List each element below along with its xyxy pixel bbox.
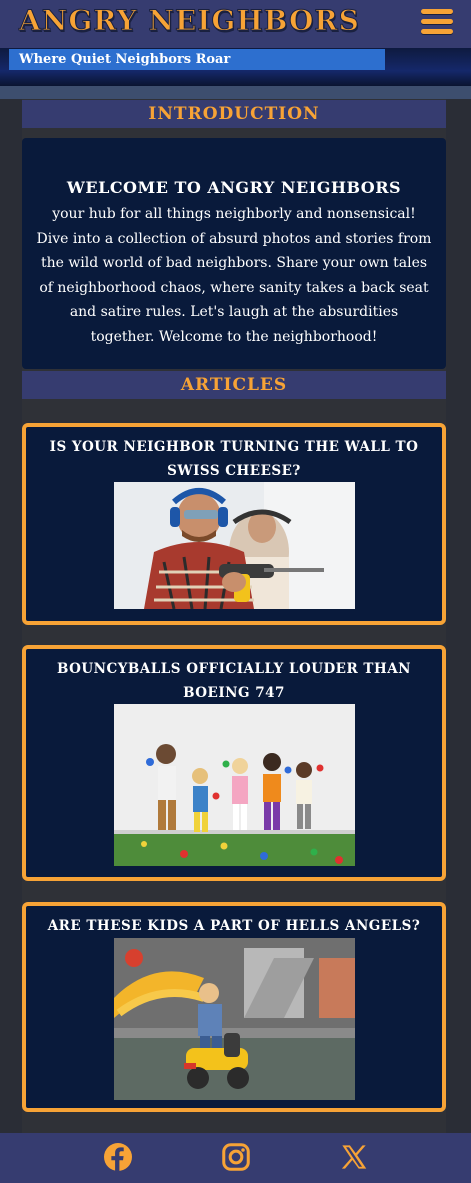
hamburger-menu-icon[interactable] (421, 8, 453, 36)
site-header: ANGRY NEIGHBORS (0, 0, 471, 48)
article-photo (114, 704, 355, 866)
site-title[interactable]: ANGRY NEIGHBORS (19, 4, 360, 38)
article-title[interactable]: ARE THESE KIDS A PART OF HELLS ANGELS? (34, 914, 434, 938)
intro-text: your hub for all things neighborly and n… (36, 206, 432, 345)
site-tagline: Where Quiet Neighbors Roar (9, 49, 385, 70)
x-icon[interactable] (340, 1143, 368, 1171)
kid-on-toy-bike-photo (114, 938, 355, 1100)
instagram-icon[interactable] (222, 1143, 250, 1171)
header-divider (0, 86, 471, 99)
article-title[interactable]: IS YOUR NEIGHBOR TURNING THE WALL TO SWI… (34, 435, 434, 483)
facebook-icon[interactable] (104, 1143, 132, 1171)
articles-heading: ARTICLES (22, 371, 446, 399)
intro-heading: WELCOME TO ANGRY NEIGHBORS (66, 178, 402, 197)
article-card[interactable]: IS YOUR NEIGHBOR TURNING THE WALL TO SWI… (22, 423, 446, 625)
article-photo (114, 482, 355, 609)
introduction-heading: INTRODUCTION (22, 100, 446, 128)
site-footer (0, 1133, 471, 1183)
article-photo (114, 938, 355, 1100)
article-card[interactable]: BOUNCYBALLS OFFICIALLY LOUDER THAN BOEIN… (22, 645, 446, 881)
article-title[interactable]: BOUNCYBALLS OFFICIALLY LOUDER THAN BOEIN… (34, 657, 434, 705)
kids-with-balls-photo (114, 704, 355, 866)
drilling-man-photo (114, 482, 355, 609)
introduction-panel: WELCOME TO ANGRY NEIGHBORS your hub for … (22, 138, 446, 369)
article-card[interactable]: ARE THESE KIDS A PART OF HELLS ANGELS? (22, 902, 446, 1112)
